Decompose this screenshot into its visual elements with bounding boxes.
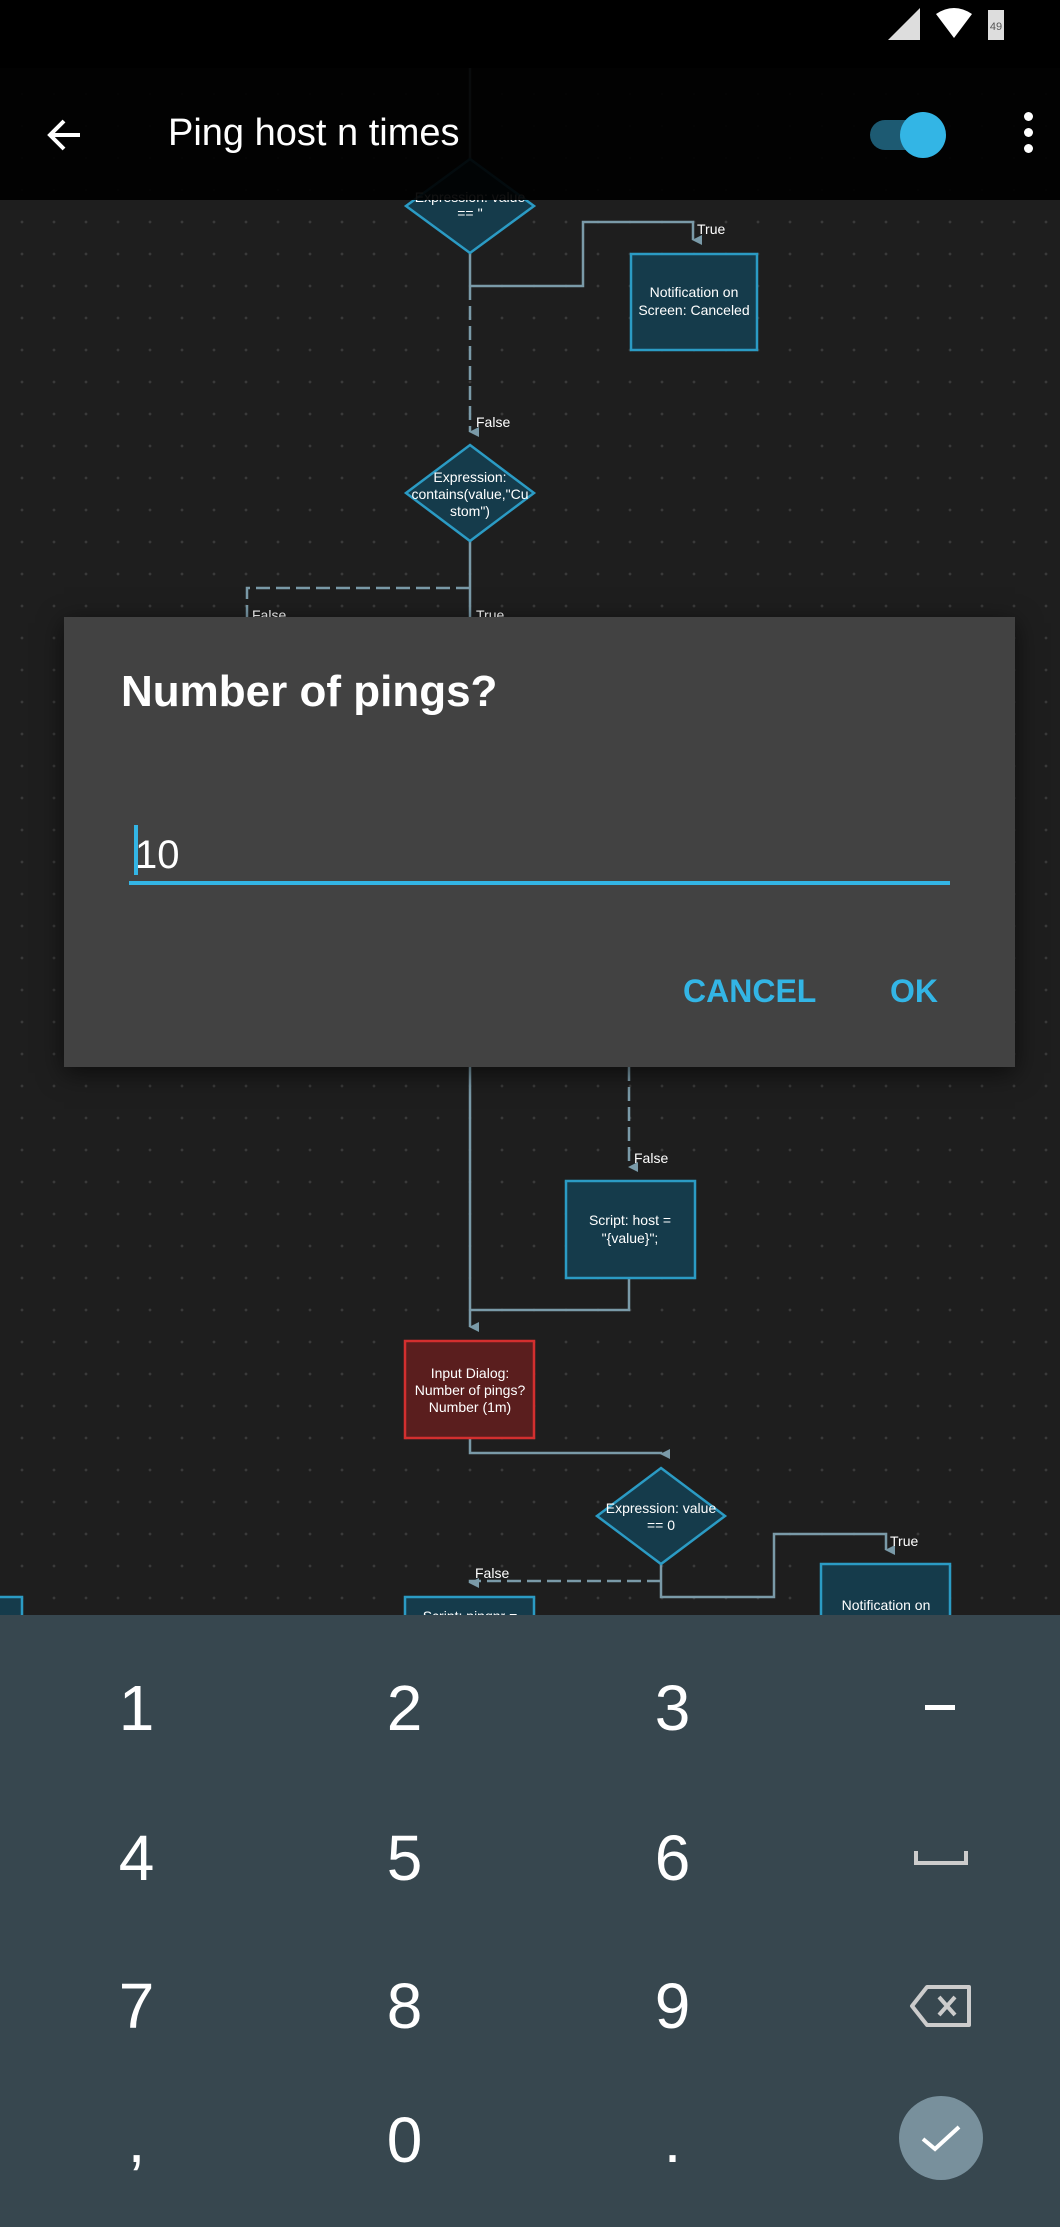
key-1[interactable]: 1 — [4, 1633, 269, 1783]
input-dialog: Number of pings? 10 CANCEL OK — [64, 617, 1015, 1067]
dialog-title: Number of pings? — [121, 667, 498, 716]
key-2[interactable]: 2 — [272, 1633, 537, 1783]
connector-false — [468, 1578, 661, 1588]
edge-label-true: True — [697, 221, 725, 237]
key-9[interactable]: 9 — [540, 1931, 805, 2081]
connector — [468, 1438, 670, 1459]
key-period[interactable]: . — [540, 2065, 805, 2215]
cancel-button[interactable]: CANCEL — [683, 973, 816, 1010]
numeric-keyboard: 1 2 3 4 5 6 7 8 9 , 0 . — [0, 1615, 1060, 2227]
backspace-icon — [909, 1985, 971, 2027]
arrow-left-icon[interactable] — [40, 110, 90, 160]
toggle-thumb — [900, 112, 946, 158]
node-label: Notification on — [842, 1597, 931, 1613]
wifi-icon — [936, 8, 972, 38]
key-comma[interactable]: , — [4, 2065, 269, 2215]
edge-label-false: False — [476, 414, 510, 430]
key-backspace[interactable] — [808, 1931, 1060, 2081]
signal-icon — [888, 8, 920, 40]
key-0[interactable]: 0 — [272, 2065, 537, 2215]
expression-node[interactable] — [594, 1466, 728, 1566]
key-done[interactable] — [808, 2063, 1060, 2213]
more-vert-icon[interactable] — [1016, 112, 1040, 158]
edge-label-false: False — [475, 1565, 509, 1581]
key-3[interactable]: 3 — [540, 1633, 805, 1783]
space-icon — [913, 1851, 968, 1865]
check-icon — [921, 2125, 960, 2152]
connector — [470, 1278, 631, 1312]
edge-label-true: True — [890, 1533, 918, 1549]
key-6[interactable]: 6 — [540, 1783, 805, 1933]
key-4[interactable]: 4 — [4, 1783, 269, 1933]
number-input[interactable]: 10 — [129, 817, 950, 885]
enable-toggle[interactable] — [870, 112, 946, 158]
ok-button[interactable]: OK — [890, 973, 938, 1010]
node-label: Input Dialog: Number of pings? Number (1m) — [415, 1365, 526, 1415]
key-5[interactable]: 5 — [272, 1783, 537, 1933]
input-value: 10 — [135, 833, 180, 877]
page-title: Ping host n times — [168, 112, 460, 154]
edge-label-false: False — [634, 1150, 668, 1166]
key-7[interactable]: 7 — [4, 1931, 269, 2081]
status-bar: 49 — [0, 0, 1060, 68]
key-space[interactable] — [808, 1783, 1060, 1933]
key-minus[interactable] — [808, 1633, 1060, 1783]
key-8[interactable]: 8 — [272, 1931, 537, 2081]
battery-level: 49 — [990, 21, 1002, 33]
minus-icon — [924, 1705, 955, 1710]
